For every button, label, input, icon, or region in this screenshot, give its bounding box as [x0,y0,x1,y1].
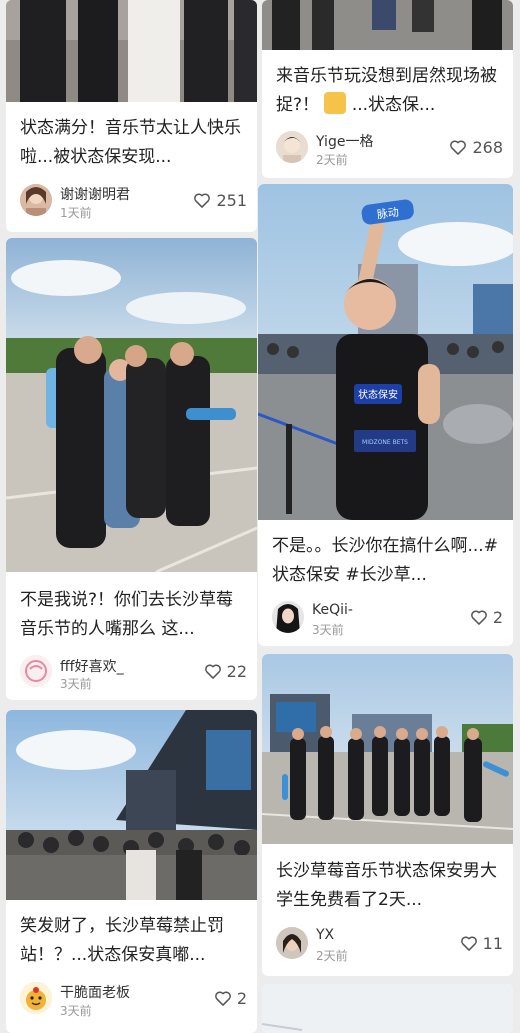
like-button[interactable]: 11 [459,933,503,953]
post-image[interactable] [6,710,257,900]
post-title[interactable]: 来音乐节玩没想到居然现场被捉?！ ...状态保... [276,62,501,120]
author-name[interactable]: fff好喜欢_ [60,656,124,676]
like-count: 268 [472,137,503,157]
post-title[interactable]: 笑发财了，长沙草莓禁止罚站！？...状态保安真嘟... [20,912,245,970]
avatar[interactable] [272,601,304,633]
like-button[interactable]: 22 [203,661,247,681]
avatar[interactable] [276,131,308,163]
like-button[interactable]: 268 [448,137,503,157]
heart-outline-icon [459,933,479,953]
vest-small-label: MIDZONE BETS [362,439,408,446]
post-image[interactable] [262,0,513,50]
feed-card[interactable]: 不是我说?！你们去长沙草莓音乐节的人嘴那么 这... fff好喜欢_ 3天前 2… [6,238,257,700]
feed-card[interactable]: 笑发财了，长沙草莓禁止罚站！？...状态保安真嘟... 干脆面老板 3天前 2 [6,710,257,1033]
heart-outline-icon [192,190,212,210]
heart-outline-icon [448,137,468,157]
heart-outline-icon [469,607,489,627]
feed-card[interactable]: 状态满分！音乐节太让人快乐啦...被状态保安现... 谢谢谢明君 1天前 251 [6,0,257,232]
like-count: 251 [216,190,247,210]
feed-card[interactable] [262,984,513,1033]
vest-label: 状态保安 [358,388,398,401]
feed-card[interactable]: 长沙草莓音乐节状态保安男大学生免费看了2天... YX 2天前 11 [262,654,513,976]
post-image[interactable] [262,654,513,844]
like-count: 22 [226,661,247,681]
like-count: 2 [236,988,247,1008]
post-title[interactable]: 不是我说?！你们去长沙草莓音乐节的人嘴那么 这... [20,586,245,644]
like-count: 11 [482,933,503,953]
author-name[interactable]: 谢谢谢明君 [60,184,130,204]
post-title[interactable]: 状态满分！音乐节太让人快乐啦...被状态保安现... [20,114,245,172]
post-time: 3天前 [312,623,344,637]
like-button[interactable]: 251 [192,190,247,210]
avatar[interactable] [276,927,308,959]
post-title[interactable]: 长沙草莓音乐节状态保安男大学生免费看了2天... [276,857,501,915]
heart-outline-icon [213,988,233,1008]
like-button[interactable]: 2 [469,607,503,627]
post-image[interactable] [6,0,257,102]
scared-face-emoji-icon [324,92,347,114]
like-count: 2 [492,607,503,627]
author-name[interactable]: YX [316,927,334,943]
post-time: 2天前 [316,949,348,963]
like-button[interactable]: 2 [213,988,247,1008]
avatar[interactable] [20,655,52,687]
feed-card[interactable]: 来音乐节玩没想到居然现场被捉?！ ...状态保... Yige一格 2天前 26… [262,0,513,178]
heart-outline-icon [203,661,223,681]
post-time: 3天前 [60,677,92,691]
post-image[interactable] [262,984,513,1033]
feed-card[interactable]: 脉动 状态保安 MIDZONE BETS 不是。。长沙你在搞什么啊...#状态保… [258,184,513,646]
author-name[interactable]: 干脆面老板 [60,982,130,1002]
post-title-tail: ...状态保... [351,95,436,115]
author-name[interactable]: KeQii- [312,602,353,618]
post-time: 2天前 [316,153,348,167]
post-image[interactable] [6,238,257,572]
post-image[interactable]: 脉动 状态保安 MIDZONE BETS [258,184,513,520]
post-time: 3天前 [60,1004,92,1018]
post-title[interactable]: 不是。。长沙你在搞什么啊...#状态保安 #长沙草... [272,532,501,590]
post-time: 1天前 [60,206,92,220]
author-name[interactable]: Yige一格 [316,131,373,151]
avatar[interactable] [20,982,52,1014]
avatar[interactable] [20,184,52,216]
